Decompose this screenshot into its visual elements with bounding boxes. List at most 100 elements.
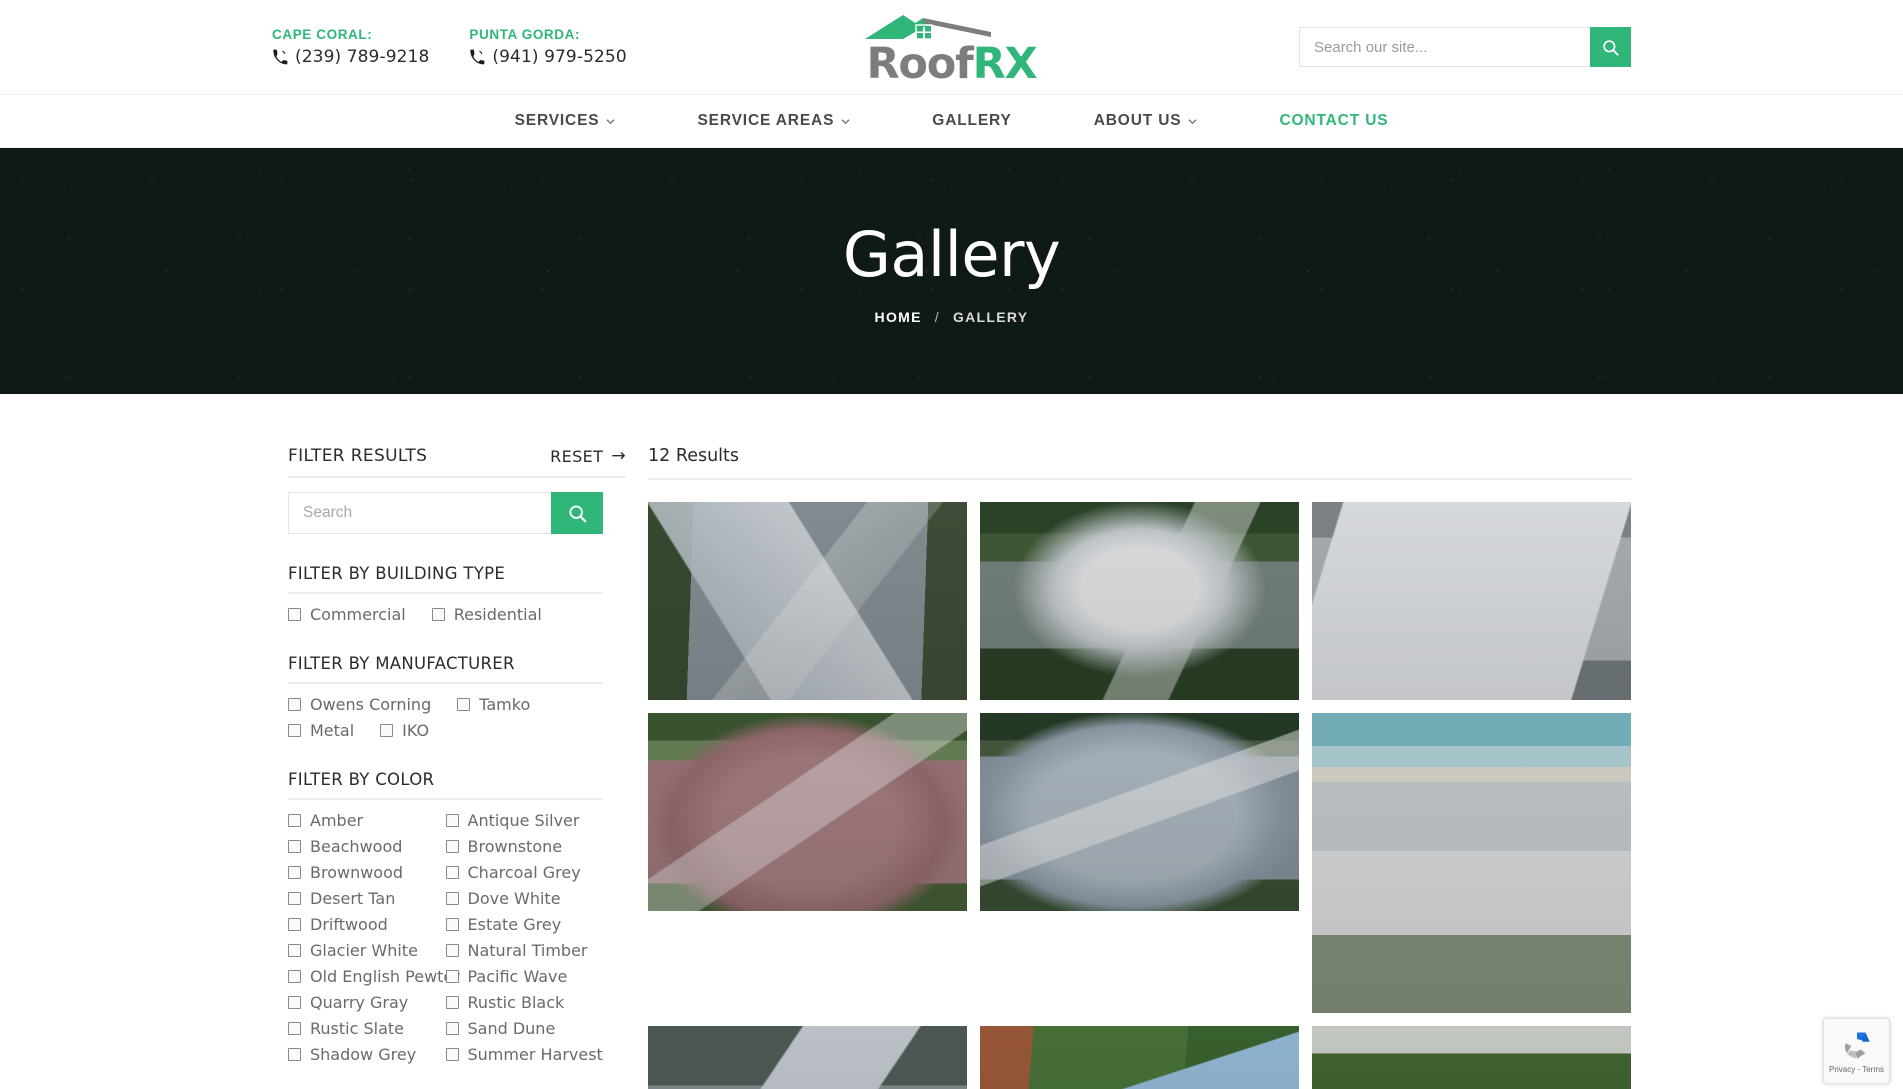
- checkbox-icon[interactable]: [445, 840, 459, 853]
- filter-option-rustic-black[interactable]: Rustic Black: [445, 993, 604, 1012]
- phone-block-punta-gorda: PUNTA GORDA: (941) 979-5250: [469, 27, 626, 67]
- page-hero: Gallery HOME / GALLERY: [0, 148, 1903, 394]
- breadcrumb-home[interactable]: HOME: [875, 309, 922, 325]
- checkbox-icon[interactable]: [431, 608, 445, 621]
- checkbox-icon[interactable]: [445, 1048, 459, 1061]
- gallery-photo: [980, 1026, 1299, 1089]
- filter-option-brownstone[interactable]: Brownstone: [445, 837, 604, 856]
- nav-item-service-areas[interactable]: SERVICE AREAS: [656, 112, 891, 130]
- chevron-down-icon: [1188, 118, 1197, 124]
- checkbox-icon[interactable]: [445, 918, 459, 931]
- filter-option-desert-tan[interactable]: Desert Tan: [288, 889, 446, 908]
- nav-item-gallery[interactable]: GALLERY: [891, 112, 1052, 130]
- site-search-button[interactable]: [1590, 27, 1631, 67]
- filter-option-dove-white[interactable]: Dove White: [445, 889, 604, 908]
- gallery-image-1[interactable]: [648, 502, 967, 700]
- filter-option-label: Quarry Gray: [310, 993, 409, 1012]
- filter-option-label: Driftwood: [310, 915, 388, 934]
- filter-option-label: Beachwood: [310, 837, 403, 856]
- checkbox-icon[interactable]: [288, 892, 301, 905]
- filter-option-glacier-white[interactable]: Glacier White: [288, 941, 446, 960]
- gallery-photo: [648, 713, 967, 911]
- gallery-image-2[interactable]: [980, 502, 1299, 700]
- filter-option-list: Owens Corning Tamko Metal IKO: [288, 684, 603, 740]
- checkbox-icon[interactable]: [288, 814, 301, 827]
- filter-option-label: Metal: [310, 721, 355, 740]
- checkbox-icon[interactable]: [445, 970, 459, 983]
- filter-option-estate-grey[interactable]: Estate Grey: [445, 915, 604, 934]
- phone-link-punta-gorda[interactable]: (941) 979-5250: [469, 47, 627, 67]
- gallery-image-9[interactable]: [1312, 1026, 1631, 1089]
- checkbox-icon[interactable]: [288, 1022, 301, 1035]
- filter-option-owens-corning[interactable]: Owens Corning: [288, 695, 431, 714]
- filter-option-driftwood[interactable]: Driftwood: [288, 915, 446, 934]
- phone-link-cape-coral[interactable]: (239) 789-9218: [272, 47, 429, 67]
- checkbox-icon[interactable]: [288, 970, 301, 983]
- reset-filters-button[interactable]: RESET →: [550, 447, 626, 466]
- nav-item-contact-us[interactable]: CONTACT US: [1238, 112, 1429, 130]
- filter-search-input[interactable]: [288, 492, 551, 534]
- nav-item-services[interactable]: SERVICES: [474, 112, 657, 130]
- gallery-image-3[interactable]: [1312, 502, 1631, 700]
- gallery-image-5[interactable]: [980, 713, 1299, 911]
- filter-option-label: IKO: [402, 721, 430, 740]
- checkbox-icon[interactable]: [445, 1022, 459, 1035]
- gallery-image-4[interactable]: [648, 713, 967, 911]
- filter-search-button[interactable]: [551, 492, 603, 534]
- checkbox-icon[interactable]: [380, 724, 394, 737]
- recaptcha-icon: [1844, 1032, 1870, 1059]
- filter-option-residential[interactable]: Residential: [431, 605, 542, 624]
- filter-option-sand-dune[interactable]: Sand Dune: [445, 1019, 604, 1038]
- checkbox-icon[interactable]: [288, 1048, 301, 1061]
- filter-option-summer-harvest[interactable]: Summer Harvest: [445, 1045, 604, 1064]
- filter-option-old-english-pewter[interactable]: Old English Pewter: [288, 967, 460, 986]
- filter-option-commercial[interactable]: Commercial: [288, 605, 406, 624]
- checkbox-icon[interactable]: [457, 698, 471, 711]
- checkbox-icon[interactable]: [288, 866, 301, 879]
- filter-option-amber[interactable]: Amber: [288, 811, 446, 830]
- filter-option-label: Tamko: [479, 695, 531, 714]
- gallery-image-8[interactable]: [980, 1026, 1299, 1089]
- phone-city-label: PUNTA GORDA:: [469, 27, 581, 42]
- checkbox-icon[interactable]: [288, 724, 301, 737]
- phone-icon: [470, 49, 485, 65]
- filter-option-quarry-gray[interactable]: Quarry Gray: [288, 993, 446, 1012]
- gallery-image-6[interactable]: [1312, 713, 1631, 1013]
- checkbox-icon[interactable]: [445, 866, 459, 879]
- filter-option-beachwood[interactable]: Beachwood: [288, 837, 446, 856]
- gallery-grid: [648, 502, 1631, 1089]
- filter-option-label: Desert Tan: [310, 889, 396, 908]
- breadcrumb-current: GALLERY: [952, 308, 1029, 325]
- gallery-image-7[interactable]: [648, 1026, 967, 1089]
- recaptcha-badge[interactable]: Privacy - Terms: [1823, 1018, 1890, 1084]
- checkbox-icon[interactable]: [288, 840, 301, 853]
- filter-group-title: FILTER BY MANUFACTURER: [288, 654, 603, 684]
- checkbox-icon[interactable]: [445, 996, 459, 1009]
- filter-option-rustic-slate[interactable]: Rustic Slate: [288, 1019, 446, 1038]
- filter-option-tamko[interactable]: Tamko: [457, 695, 530, 714]
- checkbox-icon[interactable]: [288, 608, 301, 621]
- header-phone-list: CAPE CORAL: (239) 789-9218 PUNTA GORDA: …: [272, 27, 627, 67]
- checkbox-icon[interactable]: [288, 944, 301, 957]
- filter-option-list: Commercial Residential: [288, 594, 603, 624]
- filter-option-shadow-grey[interactable]: Shadow Grey: [288, 1045, 446, 1064]
- filter-group-manufacturer: FILTER BY MANUFACTURER Owens Corning Tam…: [288, 654, 603, 740]
- checkbox-icon[interactable]: [445, 944, 459, 957]
- filter-option-charcoal-grey[interactable]: Charcoal Grey: [445, 863, 604, 882]
- checkbox-icon[interactable]: [445, 892, 459, 905]
- site-logo[interactable]: RoofRX: [863, 12, 1041, 86]
- filter-option-metal[interactable]: Metal: [288, 721, 354, 740]
- site-search-input[interactable]: [1299, 27, 1590, 67]
- filter-option-label: Rustic Slate: [310, 1019, 404, 1038]
- checkbox-icon[interactable]: [288, 918, 301, 931]
- filter-option-natural-timber[interactable]: Natural Timber: [445, 941, 604, 960]
- filter-option-pacific-wave[interactable]: Pacific Wave: [445, 967, 604, 986]
- filter-option-iko[interactable]: IKO: [380, 721, 429, 740]
- nav-item-about-us[interactable]: ABOUT US: [1053, 112, 1239, 130]
- checkbox-icon[interactable]: [288, 698, 301, 711]
- checkbox-icon[interactable]: [445, 814, 459, 827]
- filter-option-antique-silver[interactable]: Antique Silver: [445, 811, 604, 830]
- filter-option-label: Glacier White: [310, 941, 418, 960]
- checkbox-icon[interactable]: [288, 996, 301, 1009]
- filter-option-brownwood[interactable]: Brownwood: [288, 863, 446, 882]
